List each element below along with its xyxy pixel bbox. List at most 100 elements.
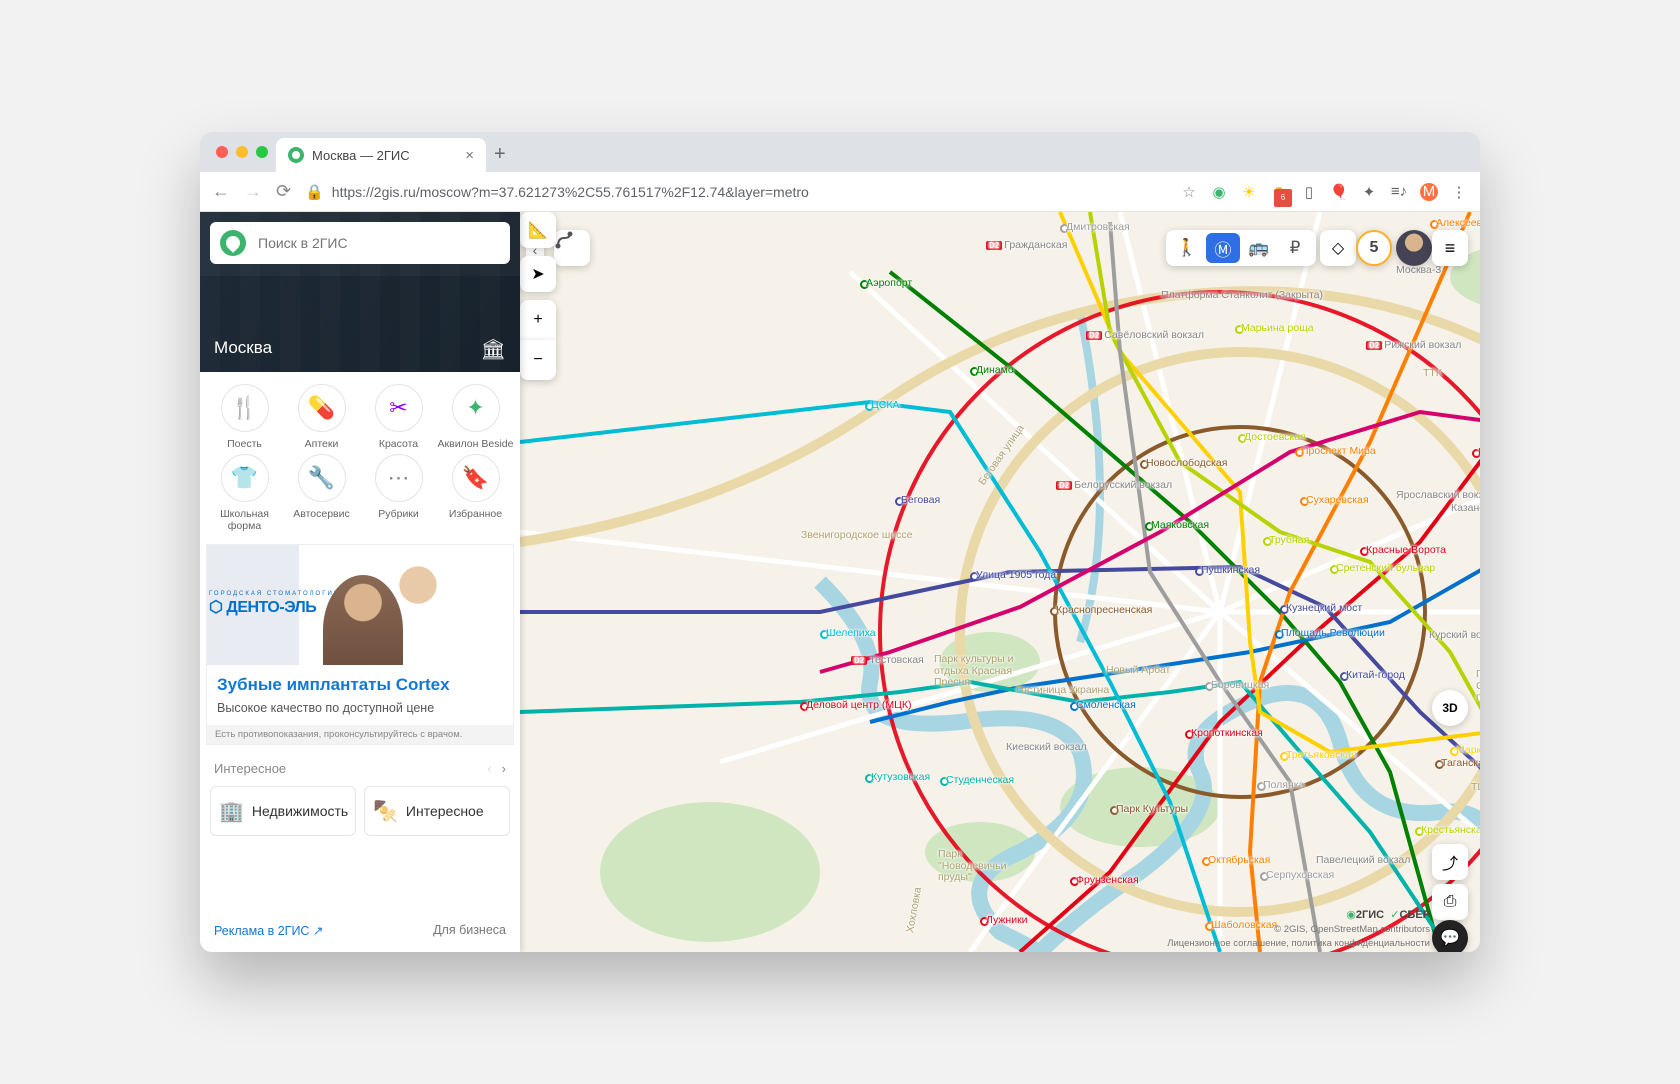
new-tab-button[interactable]: +: [494, 143, 506, 166]
station-label[interactable]: Достоевская: [1244, 431, 1306, 443]
close-window[interactable]: [216, 146, 228, 158]
category-6[interactable]: ⋯Рубрики: [360, 454, 437, 532]
station-label[interactable]: Новослободская: [1146, 457, 1227, 469]
mode-ruble[interactable]: ₽: [1278, 233, 1312, 263]
station-label[interactable]: Беговая: [901, 494, 940, 506]
back-button[interactable]: ←: [212, 181, 230, 202]
station-label[interactable]: ТЦ "Таганский": [1471, 781, 1480, 793]
notification-badge[interactable]: 5: [1356, 230, 1392, 266]
minimize-window[interactable]: [236, 146, 248, 158]
mode-walk[interactable]: 🚶: [1170, 233, 1204, 263]
ext-battery-icon[interactable]: ▯: [1300, 183, 1318, 201]
business-link[interactable]: Для бизнеса: [433, 923, 506, 938]
category-3[interactable]: ✦Аквилон Beside: [437, 384, 514, 450]
layers-button[interactable]: ◇: [1320, 230, 1356, 266]
ext-music-icon[interactable]: ≡♪: [1390, 183, 1408, 201]
station-label[interactable]: D2Рижский вокзал: [1366, 339, 1461, 351]
ext-note-icon[interactable]: ▮6: [1270, 183, 1288, 201]
close-tab-icon[interactable]: ×: [465, 147, 474, 164]
station-label[interactable]: Казанский вокзал: [1451, 502, 1480, 514]
station-label[interactable]: Серпуховская: [1266, 869, 1334, 881]
station-label[interactable]: Парк Культуры: [1116, 803, 1188, 815]
next-icon[interactable]: ›: [502, 761, 506, 776]
station-label[interactable]: Смоленская: [1076, 699, 1136, 711]
station-label[interactable]: Звенигородское шоссе: [801, 529, 912, 541]
station-label[interactable]: Марксистская: [1456, 744, 1480, 756]
category-2[interactable]: ✂Красота: [360, 384, 437, 450]
station-label[interactable]: Парк культуры и отдыха Красная Пресня: [934, 654, 1024, 689]
station-label[interactable]: Парк Строгановские пруды: [1476, 669, 1480, 704]
search-bar[interactable]: [210, 222, 510, 264]
prev-icon[interactable]: ‹: [487, 761, 491, 776]
zoom-in-button[interactable]: +: [520, 300, 556, 340]
station-label[interactable]: Гостиница Украина: [1016, 684, 1109, 696]
ads-link[interactable]: Реклама в 2ГИС ↗: [214, 923, 323, 938]
station-label[interactable]: Деловой центр (МЦК): [806, 699, 912, 711]
locate-button[interactable]: ➤: [520, 256, 556, 292]
station-label[interactable]: Китай-город: [1346, 669, 1405, 681]
station-label[interactable]: Краснопресненская: [1056, 604, 1152, 616]
station-label[interactable]: Павелецкий вокзал: [1316, 854, 1410, 866]
category-4[interactable]: 👕Школьная форма: [206, 454, 283, 532]
station-label[interactable]: Октябрьская: [1208, 854, 1270, 866]
station-label[interactable]: Аэропорт: [866, 277, 912, 289]
maximize-window[interactable]: [256, 146, 268, 158]
ad-block[interactable]: ГОРОДСКАЯ СТОМАТОЛОГИЯ⬡ ДЕНТО-ЭЛЬ Зубные…: [206, 544, 514, 745]
station-label[interactable]: Боровицкая: [1211, 679, 1269, 691]
ext-sun-icon[interactable]: ☀: [1240, 183, 1258, 201]
reload-button[interactable]: ⟳: [276, 181, 291, 202]
search-input[interactable]: [256, 234, 500, 252]
station-label[interactable]: Парк "Новодевичьи пруды": [938, 849, 1028, 884]
station-label[interactable]: Москва-3: [1396, 264, 1441, 276]
category-0[interactable]: 🍴Поесть: [206, 384, 283, 450]
profile-avatar[interactable]: M: [1420, 183, 1438, 201]
station-label[interactable]: Трубная: [1269, 534, 1309, 546]
ext-adblock-icon[interactable]: ◉: [1210, 183, 1228, 201]
station-label[interactable]: Кропоткинская: [1191, 727, 1263, 739]
station-label[interactable]: Ярославский вокзал: [1396, 489, 1480, 501]
station-label[interactable]: Новый Арбат: [1106, 664, 1170, 676]
forward-button[interactable]: →: [244, 181, 262, 202]
browser-menu-icon[interactable]: ⋮: [1450, 183, 1468, 201]
mode-bus[interactable]: 🚌: [1242, 233, 1276, 263]
user-avatar[interactable]: [1396, 230, 1432, 266]
routes-button[interactable]: [554, 230, 590, 266]
station-label[interactable]: D2Савёловский вокзал: [1086, 329, 1204, 341]
station-label[interactable]: Полянка: [1263, 779, 1304, 791]
station-label[interactable]: Пушкинская: [1201, 564, 1260, 576]
3d-button[interactable]: 3D: [1432, 690, 1468, 726]
station-label[interactable]: Красные Ворота: [1366, 544, 1446, 556]
city-name[interactable]: Москва: [214, 338, 272, 358]
url-text[interactable]: https://2gis.ru/moscow?m=37.621273%2C55.…: [332, 184, 809, 200]
station-label[interactable]: Крестьянская застава: [1421, 824, 1480, 836]
zoom-out-button[interactable]: −: [520, 340, 556, 380]
browser-tab[interactable]: Москва — 2ГИС ×: [276, 138, 486, 172]
mode-metro[interactable]: Ⓜ: [1206, 233, 1240, 263]
station-label[interactable]: Кутузовская: [871, 771, 930, 783]
ruler-button[interactable]: 📐: [520, 212, 556, 248]
chat-button[interactable]: 💬: [1432, 920, 1468, 952]
card-0[interactable]: 🏢Недвижимость: [210, 786, 356, 836]
category-1[interactable]: 💊Аптеки: [283, 384, 360, 450]
city-icon[interactable]: 🏛: [481, 337, 506, 362]
station-label[interactable]: Красносельская: [1478, 446, 1480, 458]
station-label[interactable]: D2Гражданская: [986, 239, 1067, 251]
station-label[interactable]: Динамо: [976, 364, 1014, 376]
ext-balloon-icon[interactable]: 🎈: [1330, 183, 1348, 201]
station-label[interactable]: Платформа Станколит (Закрыта): [1161, 289, 1323, 301]
station-label[interactable]: Алексеевская: [1436, 217, 1480, 229]
station-label[interactable]: Площадь Революции: [1281, 627, 1385, 639]
station-label[interactable]: ТТК: [1423, 367, 1442, 379]
ext-puzzle-icon[interactable]: ✦: [1360, 183, 1378, 201]
station-label[interactable]: Сухаревская: [1306, 494, 1369, 506]
station-label[interactable]: Фрунзенская: [1076, 874, 1139, 886]
station-label[interactable]: Сретенский бульвар: [1336, 562, 1435, 574]
station-label[interactable]: Кузнецкий мост: [1286, 602, 1362, 614]
card-1[interactable]: 🍢Интересное: [364, 786, 510, 836]
category-5[interactable]: 🔧Автосервис: [283, 454, 360, 532]
station-label[interactable]: Лужники: [986, 914, 1028, 926]
station-label[interactable]: Дмитровская: [1066, 221, 1130, 233]
map-canvas[interactable]: Дмитровская Алексеевская D2Гражданская Плат…: [520, 212, 1480, 952]
station-label[interactable]: Шелепиха: [826, 627, 876, 639]
station-label[interactable]: Студенческая: [946, 774, 1014, 786]
